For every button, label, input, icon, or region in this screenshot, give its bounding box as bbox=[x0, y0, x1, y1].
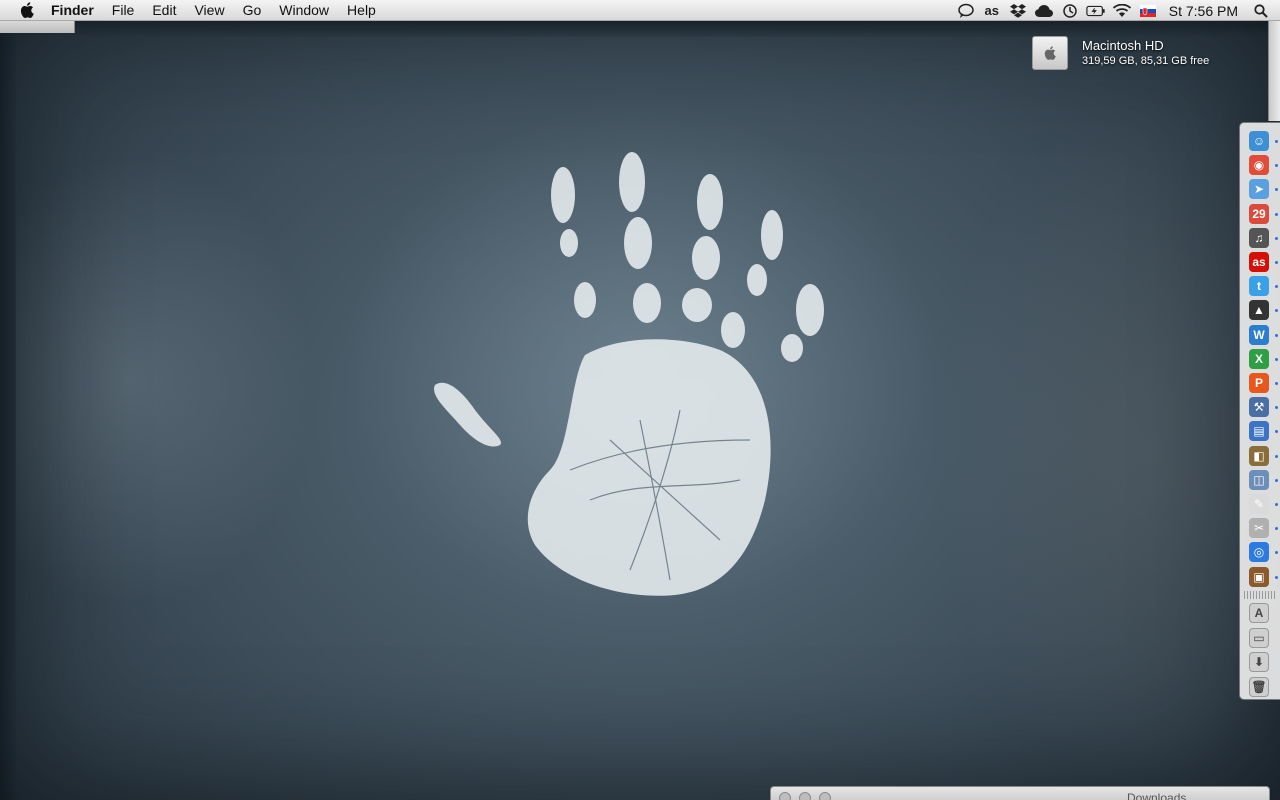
powerpoint-icon[interactable]: P bbox=[1249, 373, 1269, 393]
running-indicator bbox=[1275, 527, 1278, 531]
preview-icon[interactable]: ◫ bbox=[1249, 469, 1269, 490]
wallpaper-left-edge bbox=[0, 21, 16, 800]
running-indicator bbox=[1275, 430, 1278, 434]
lastfm-icon[interactable]: as bbox=[982, 0, 1002, 21]
photo-app-icon[interactable]: ▣ bbox=[1249, 566, 1269, 587]
chart-app-icon[interactable]: ▤ bbox=[1249, 421, 1269, 442]
running-indicator bbox=[1275, 406, 1278, 410]
script-editor-icon[interactable]: ✂ bbox=[1249, 518, 1269, 539]
background-window-corner[interactable] bbox=[0, 21, 75, 33]
zoom-button[interactable] bbox=[819, 792, 831, 800]
keynote-icon[interactable]: ◧ bbox=[1249, 445, 1269, 466]
menu-window[interactable]: Window bbox=[270, 0, 338, 21]
dropbox-icon[interactable] bbox=[1008, 0, 1028, 21]
running-indicator bbox=[1275, 478, 1278, 482]
wifi-icon[interactable] bbox=[1112, 0, 1132, 21]
hard-drive-icon[interactable] bbox=[1032, 36, 1068, 70]
speech-bubble-icon[interactable] bbox=[956, 0, 976, 21]
apple-menu-icon[interactable] bbox=[16, 0, 38, 21]
running-indicator bbox=[1275, 382, 1278, 385]
excel-icon[interactable]: X bbox=[1249, 348, 1269, 369]
dock-separator bbox=[1244, 591, 1276, 599]
hard-drive-name[interactable]: Macintosh HD bbox=[1082, 38, 1164, 53]
background-window-edge[interactable] bbox=[1268, 21, 1280, 121]
menu-go[interactable]: Go bbox=[234, 0, 271, 21]
handprint-image bbox=[434, 152, 824, 596]
running-indicator bbox=[1275, 551, 1278, 555]
running-indicator bbox=[1275, 503, 1278, 506]
running-indicator bbox=[1275, 188, 1278, 192]
menu-view[interactable]: View bbox=[185, 0, 233, 21]
battery-icon[interactable] bbox=[1086, 0, 1106, 21]
running-indicator bbox=[1275, 575, 1278, 579]
finder-icon[interactable]: ☺ bbox=[1249, 131, 1269, 151]
applications-stack-icon[interactable]: A bbox=[1249, 603, 1269, 623]
menu-help[interactable]: Help bbox=[338, 0, 385, 21]
spotlight-search-icon[interactable] bbox=[1250, 0, 1272, 21]
running-indicator bbox=[1275, 261, 1278, 264]
wallpaper-top-edge bbox=[0, 21, 1280, 37]
textedit-icon[interactable]: ✎ bbox=[1249, 494, 1269, 514]
chrome-icon[interactable]: ◉ bbox=[1249, 155, 1269, 176]
close-button[interactable] bbox=[779, 792, 791, 800]
running-indicator bbox=[1275, 164, 1278, 168]
menu-file[interactable]: File bbox=[103, 0, 144, 21]
downloads-window[interactable]: Downloads bbox=[770, 786, 1270, 800]
time-machine-icon[interactable] bbox=[1060, 0, 1080, 21]
hard-drive-info: 319,59 GB, 85,31 GB free bbox=[1082, 55, 1210, 67]
xcode-icon[interactable]: ⚒ bbox=[1249, 397, 1269, 418]
safari-icon[interactable]: ◎ bbox=[1249, 542, 1269, 563]
input-source-flag-icon[interactable] bbox=[1138, 0, 1158, 21]
trash-icon[interactable]: 🗑 bbox=[1249, 676, 1269, 697]
running-indicator bbox=[1275, 357, 1278, 361]
menu-bar: Finder File Edit View Go Window Help as … bbox=[0, 0, 1280, 21]
running-indicator bbox=[1275, 140, 1278, 143]
running-indicator bbox=[1275, 333, 1278, 337]
running-indicator bbox=[1275, 285, 1278, 289]
icloud-icon[interactable] bbox=[1034, 0, 1054, 21]
itunes-icon[interactable]: ♫ bbox=[1249, 227, 1269, 248]
dock: ☺ ◉ ➤ 29 ♫ as t ▲ W X P ⚒ ▤ ◧ ◫ ✎ ✂ ◎ ▣ A ▭ ⬇ 🗑 bbox=[1239, 122, 1280, 700]
running-indicator bbox=[1275, 309, 1278, 313]
downloads-window-title: Downloads bbox=[1127, 791, 1187, 800]
app-menu-finder[interactable]: Finder bbox=[42, 0, 103, 21]
minimize-button[interactable] bbox=[799, 792, 811, 800]
running-indicator bbox=[1275, 212, 1278, 216]
running-indicator bbox=[1275, 236, 1278, 240]
word-icon[interactable]: W bbox=[1249, 324, 1269, 345]
documents-stack-icon[interactable]: ▭ bbox=[1249, 627, 1269, 648]
android-icon[interactable]: ▲ bbox=[1249, 300, 1269, 321]
downloads-stack-icon[interactable]: ⬇ bbox=[1249, 652, 1269, 672]
menu-clock[interactable]: St 7:56 PM bbox=[1169, 3, 1238, 19]
menu-edit[interactable]: Edit bbox=[143, 0, 185, 21]
twitter-icon[interactable]: t bbox=[1249, 276, 1269, 297]
running-indicator bbox=[1275, 454, 1278, 458]
lastfm-app-icon[interactable]: as bbox=[1249, 252, 1269, 272]
mail-plane-icon[interactable]: ➤ bbox=[1249, 179, 1269, 200]
calendar-icon[interactable]: 29 bbox=[1249, 203, 1269, 224]
status-menu-area: as St 7:56 PM bbox=[953, 0, 1280, 21]
